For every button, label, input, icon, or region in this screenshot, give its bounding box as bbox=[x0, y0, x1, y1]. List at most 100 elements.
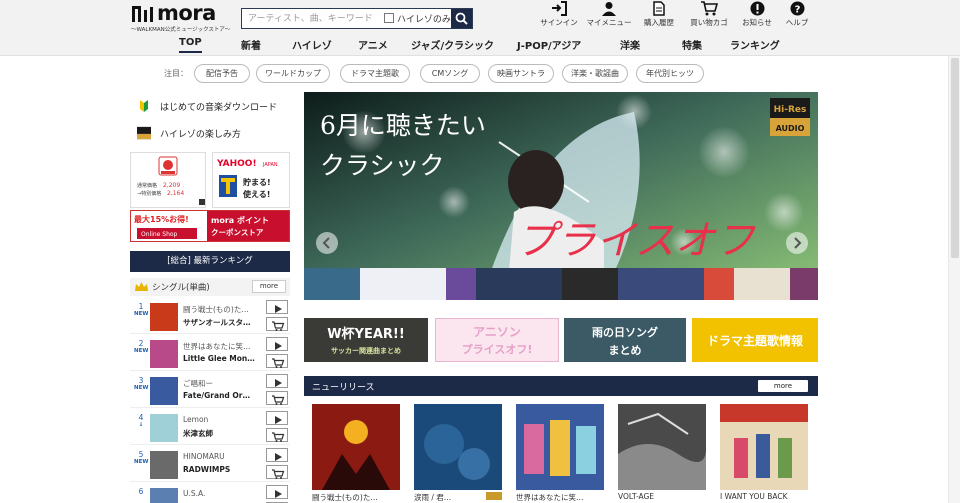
add-to-cart-button[interactable] bbox=[266, 317, 288, 331]
hero-thumb[interactable] bbox=[360, 268, 446, 300]
ranking-row[interactable]: 6 U.S.A. bbox=[130, 485, 290, 503]
rank-title[interactable]: U.S.A. bbox=[183, 489, 261, 498]
nav-jazz-classic[interactable]: ジャズ/クラシック bbox=[411, 37, 494, 52]
new-releases-more-button[interactable]: more bbox=[758, 380, 808, 392]
search-button[interactable] bbox=[451, 9, 472, 28]
nav-hires[interactable]: ハイレゾ bbox=[292, 37, 332, 52]
scrollbar-thumb[interactable] bbox=[951, 58, 959, 258]
play-button[interactable] bbox=[266, 374, 288, 388]
rank-cover[interactable] bbox=[150, 303, 178, 331]
rank-title[interactable]: ご唱和ー bbox=[183, 378, 261, 389]
tag-cm-song[interactable]: CMソング bbox=[420, 64, 480, 83]
hero-thumb[interactable] bbox=[476, 268, 562, 300]
nav-feature[interactable]: 特集 bbox=[682, 37, 702, 52]
nav-jpop-asia[interactable]: J-POP/アジア bbox=[517, 37, 581, 52]
rank-cover[interactable] bbox=[150, 451, 178, 479]
cart-button[interactable]: 買い物カゴ bbox=[686, 0, 732, 30]
play-button[interactable] bbox=[266, 337, 288, 351]
album-card[interactable]: VOLT-AGE bbox=[618, 404, 706, 503]
ranking-row[interactable]: 1 NEW 闘う戦士(もの)た… サザンオールスタ… bbox=[130, 300, 290, 334]
mora-point-coupon-banner[interactable]: 最大15%お得! mora ポイント クーポンストア Online Shop bbox=[130, 210, 290, 242]
tags-label: 注目： bbox=[164, 69, 188, 78]
rank-artist[interactable]: Fate/Grand Or… bbox=[183, 391, 263, 400]
rank-cover[interactable] bbox=[150, 488, 178, 503]
history-button[interactable]: 購入履歴 bbox=[636, 0, 682, 30]
nav-top[interactable]: TOP bbox=[179, 37, 202, 53]
tag-decade-hits[interactable]: 年代別ヒッツ bbox=[636, 64, 704, 83]
rank-cover[interactable] bbox=[150, 414, 178, 442]
rank-artist[interactable]: RADWIMPS bbox=[183, 465, 263, 474]
hires-only-checkbox[interactable] bbox=[384, 13, 394, 23]
ranking-row[interactable]: 5 NEW HINOMARU RADWIMPS bbox=[130, 448, 290, 482]
mymenu-button[interactable]: マイメニュー bbox=[586, 0, 632, 30]
add-to-cart-button[interactable] bbox=[266, 465, 288, 479]
nav-ranking[interactable]: ランキング bbox=[730, 37, 780, 52]
rank-cover[interactable] bbox=[150, 377, 178, 405]
hero-thumb[interactable] bbox=[562, 268, 618, 300]
worldcup-banner[interactable]: W杯YEAR!! サッカー関連曲まとめ bbox=[304, 318, 428, 362]
chevron-left-icon bbox=[322, 237, 330, 249]
add-to-cart-button[interactable] bbox=[266, 428, 288, 442]
mora-logo[interactable]: mora ～WALKMAN公式ミュージックストア～ bbox=[131, 1, 230, 33]
album-card[interactable]: 闘う戦士(もの)た… bbox=[312, 404, 400, 503]
rank-title[interactable]: Lemon bbox=[183, 415, 261, 424]
hero-thumb[interactable] bbox=[618, 268, 704, 300]
single-ranking-header: シングル(単曲) more bbox=[130, 278, 290, 296]
rank-position: 4 bbox=[138, 413, 144, 422]
yahoo-tpoint-banner[interactable]: YAHOO! JAPAN 貯まる! 使える! bbox=[212, 152, 290, 208]
rank-title[interactable]: 世界はあなたに笑… bbox=[183, 341, 261, 352]
add-to-cart-button[interactable] bbox=[266, 354, 288, 368]
anisong-line2: プライスオフ! bbox=[461, 343, 533, 356]
page-scrollbar[interactable] bbox=[948, 56, 960, 503]
hero-line1: 6月に聴きたい bbox=[320, 111, 486, 140]
ranking-row[interactable]: 4 ↓ Lemon 米津玄師 bbox=[130, 411, 290, 445]
rainy-line2: まとめ bbox=[608, 344, 642, 357]
hero-thumb[interactable] bbox=[790, 268, 818, 300]
mymenu-label: マイメニュー bbox=[586, 18, 632, 27]
tag-movie-soundtrack[interactable]: 映画サントラ bbox=[488, 64, 554, 83]
nav-new[interactable]: 新着 bbox=[241, 37, 261, 52]
anisong-banner[interactable]: アニソン プライスオフ! bbox=[435, 318, 559, 362]
ranking-row[interactable]: 3 NEW ご唱和ー Fate/Grand Or… bbox=[130, 374, 290, 408]
tag-drama-theme[interactable]: ドラマ主題歌 bbox=[340, 64, 410, 83]
ranking-more-label: more bbox=[259, 282, 279, 290]
ranking-more-button[interactable]: more bbox=[252, 280, 286, 293]
point-card-banner[interactable]: 通常価格 2,209 →特別価格 2,164 bbox=[130, 152, 206, 208]
hero-thumb[interactable] bbox=[304, 268, 360, 300]
rank-title[interactable]: HINOMARU bbox=[183, 452, 261, 461]
sub-banners: W杯YEAR!! サッカー関連曲まとめ アニソン プライスオフ! 雨の日ソング … bbox=[304, 318, 818, 362]
hero-thumb[interactable] bbox=[734, 268, 790, 300]
hero-thumb[interactable] bbox=[446, 268, 476, 300]
album-card[interactable]: I WANT YOU BACK bbox=[720, 404, 808, 503]
help-button[interactable]: ? ヘルプ bbox=[774, 0, 820, 30]
hero-next-arrow[interactable] bbox=[786, 232, 808, 254]
rainy-day-banner[interactable]: 雨の日ソング まとめ bbox=[564, 318, 686, 362]
anisong-line1: アニソン bbox=[473, 325, 521, 339]
play-button[interactable] bbox=[266, 300, 288, 314]
play-button[interactable] bbox=[266, 485, 288, 499]
rank-title[interactable]: 闘う戦士(もの)た… bbox=[183, 304, 261, 315]
nav-western[interactable]: 洋楽 bbox=[620, 37, 640, 52]
tag-preorder[interactable]: 配信予告 bbox=[194, 64, 250, 83]
rank-artist[interactable]: Little Glee Mon… bbox=[183, 354, 263, 363]
album-card[interactable]: 世界はあなたに笑… bbox=[516, 404, 604, 503]
hires-guide-link[interactable]: ハイレゾの楽しみ方 bbox=[130, 121, 290, 145]
hero-thumb[interactable] bbox=[704, 268, 734, 300]
rank-artist[interactable]: サザンオールスタ… bbox=[183, 317, 263, 328]
signin-button[interactable]: サインイン bbox=[536, 0, 582, 30]
play-button[interactable] bbox=[266, 448, 288, 462]
tag-kayokyoku[interactable]: 洋楽・歌謡曲 bbox=[562, 64, 628, 83]
rank-cover[interactable] bbox=[150, 340, 178, 368]
ranking-row[interactable]: 2 NEW 世界はあなたに笑… Little Glee Mon… bbox=[130, 337, 290, 371]
hero-prev-arrow[interactable] bbox=[316, 232, 338, 254]
first-download-link[interactable]: はじめての音楽ダウンロード bbox=[130, 94, 290, 118]
drama-theme-banner[interactable]: ドラマ主題歌情報 bbox=[692, 318, 818, 362]
album-cover bbox=[414, 404, 502, 490]
add-to-cart-button[interactable] bbox=[266, 391, 288, 405]
album-card[interactable]: 涙雨 / 君… bbox=[414, 404, 502, 503]
nav-anime[interactable]: アニメ bbox=[358, 37, 388, 52]
rank-artist[interactable]: 米津玄師 bbox=[183, 428, 263, 439]
tag-worldcup[interactable]: ワールドカップ bbox=[256, 64, 330, 83]
play-button[interactable] bbox=[266, 411, 288, 425]
search-input[interactable] bbox=[242, 9, 382, 28]
